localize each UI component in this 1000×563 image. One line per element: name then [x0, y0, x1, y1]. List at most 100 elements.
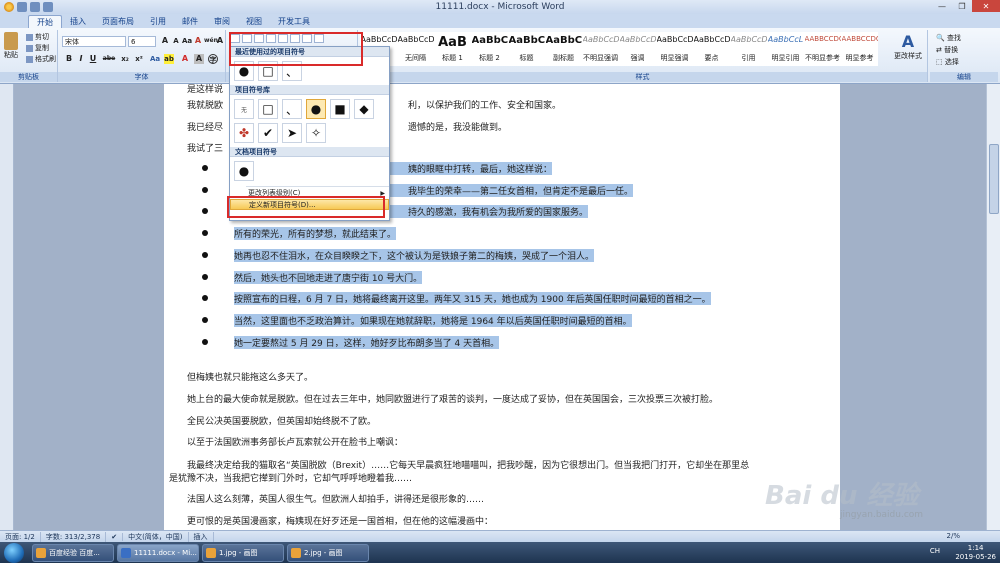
close-button[interactable]: ✕	[972, 0, 1000, 12]
tab-references[interactable]: 引用	[142, 15, 174, 28]
paint-icon	[206, 547, 216, 558]
style-name: 不明显强调	[583, 54, 618, 62]
page-count[interactable]: 页面: 1/2	[0, 531, 41, 542]
style-tile-4[interactable]: AaBbC 标题	[508, 32, 545, 66]
brush-icon	[26, 55, 33, 63]
bullet-none[interactable]: 无	[234, 99, 254, 119]
bullet-filled-square[interactable]: ■	[330, 99, 350, 119]
select-button[interactable]: ⬚ 选择	[936, 56, 961, 68]
language-indicator[interactable]: 中文(简体，中国)	[123, 531, 189, 542]
maximize-button[interactable]: ❐	[952, 0, 972, 12]
tab-review[interactable]: 审阅	[206, 15, 238, 28]
style-preview: AaBbCcDc	[693, 35, 730, 44]
style-name: 无间隔	[405, 54, 426, 62]
tab-view[interactable]: 视图	[238, 15, 270, 28]
find-button[interactable]: 🔍 查找	[936, 32, 961, 44]
start-button[interactable]	[4, 542, 24, 563]
style-preview: AaBbCcDc	[656, 35, 693, 44]
style-tile-12[interactable]: AABBCCDC 不明显参考	[804, 32, 841, 66]
subscript-button[interactable]: x₂	[120, 54, 130, 64]
style-name: 要点	[704, 54, 719, 62]
style-name: 强调	[630, 54, 645, 62]
style-tile-13[interactable]: AABBCCDC 明显参考	[841, 32, 878, 66]
scroll-thumb[interactable]	[989, 144, 999, 214]
style-tile-6[interactable]: AaBbCcDc 不明显强调	[582, 32, 619, 66]
bold-button[interactable]: B	[64, 54, 74, 64]
bullet-library-row-2: ✤ ✔ ➤ ✧	[230, 123, 389, 147]
bullet-square-outline[interactable]: □	[258, 99, 278, 119]
menu-separator	[246, 186, 389, 187]
bullet-arrow[interactable]: ➤	[282, 123, 302, 143]
text-effects-button[interactable]: Aa	[150, 54, 160, 64]
style-tile-3[interactable]: AaBbC 标题 2	[471, 32, 508, 66]
phonetic-guide-button[interactable]: wén	[204, 36, 218, 46]
strikethrough-button[interactable]: abe	[102, 54, 116, 64]
change-styles-button[interactable]: A 更改样式	[890, 32, 926, 61]
font-name-select[interactable]: 宋体	[62, 36, 126, 47]
tab-developer[interactable]: 开发工具	[270, 15, 318, 28]
word-count[interactable]: 字数: 313/2,378	[41, 531, 107, 542]
zoom-level[interactable]: 2/%	[947, 532, 960, 540]
highlight-button[interactable]: ab	[164, 54, 174, 64]
enclose-char-button[interactable]: 字	[208, 54, 218, 64]
style-tile-9[interactable]: AaBbCcDc 要点	[693, 32, 730, 66]
status-bar: 页面: 1/2 字数: 313/2,378 ✔ 中文(简体，中国) 插入 2/%	[0, 530, 1000, 542]
tray-language[interactable]: CH	[930, 547, 940, 555]
vertical-ruler	[0, 84, 14, 530]
tab-insert[interactable]: 插入	[62, 15, 94, 28]
taskbar-item-0[interactable]: 百度经验 百度...	[32, 543, 114, 562]
scissors-icon	[26, 33, 33, 41]
bullet-item-0: 姨的眼眶中打转，最后，她这样说：	[408, 162, 553, 175]
copy-button[interactable]: 复制	[26, 43, 49, 53]
taskbar-item-2[interactable]: 1.jpg - 画图	[202, 543, 284, 562]
change-case-button[interactable]: Aa	[182, 36, 192, 46]
minimize-button[interactable]: —	[932, 0, 952, 12]
char-border-button[interactable]: A	[215, 36, 225, 46]
doc-para-1: 她上台的最大使命就是脱欧。但在过去三年中，她同欧盟进行了艰苦的谈判，一度达成了妥…	[187, 395, 719, 405]
tab-page-layout[interactable]: 页面布局	[94, 15, 142, 28]
doc-para-5: 是犹豫不决，当我把它撵到门外时，它却气呼呼地瞪着我……	[169, 474, 413, 484]
style-tile-5[interactable]: AaBbC 副标题	[545, 32, 582, 66]
font-size-select[interactable]: 6	[128, 36, 156, 47]
style-tile-11[interactable]: AaBbCcL 明显引用	[767, 32, 804, 66]
superscript-button[interactable]: x²	[134, 54, 144, 64]
taskbar-item-1[interactable]: 11111.docx - Mi...	[117, 543, 199, 562]
shrink-font-button[interactable]: A	[171, 36, 181, 46]
replace-button[interactable]: ⇄ 替换	[936, 44, 961, 56]
doc-bullet-0[interactable]: ●	[234, 161, 254, 181]
cut-button[interactable]: 剪切	[26, 32, 49, 42]
tab-home[interactable]: 开始	[28, 15, 62, 28]
bullet-diamond[interactable]: ◆	[354, 99, 374, 119]
bullet-item-4: 她再也忍不住泪水，在众目睽睽之下，这个被认为是铁娘子第二的梅姨，哭成了一个泪人。	[234, 248, 595, 262]
baidu-logo-watermark: Bai du 经验	[765, 481, 919, 511]
tab-mailings[interactable]: 邮件	[174, 15, 206, 28]
underline-button[interactable]: U	[88, 54, 98, 64]
font-color-button[interactable]: A	[180, 54, 190, 64]
bullet-check[interactable]: ✔	[258, 123, 278, 143]
vertical-scrollbar[interactable]	[986, 84, 1000, 530]
bullet-comma[interactable]: 、	[282, 99, 302, 119]
style-tile-7[interactable]: AaBbCcDc 强调	[619, 32, 656, 66]
proofing-icon[interactable]: ✔	[106, 532, 124, 541]
style-tile-8[interactable]: AaBbCcDc 明显强调	[656, 32, 693, 66]
bullet-item-8: 她一定要熬过 5 月 29 日，这样，她好歹比布朗多当了 4 天首相。	[234, 335, 500, 349]
style-tile-10[interactable]: AaBbCcD 引用	[730, 32, 767, 66]
insert-mode[interactable]: 插入	[189, 531, 214, 542]
style-tile-2[interactable]: AaB 标题 1	[434, 32, 471, 66]
system-clock[interactable]: 1:14 2019-05-26	[955, 544, 996, 562]
style-tile-1[interactable]: AaBbCcD 无间隔	[397, 32, 434, 66]
taskbar-item-3[interactable]: 2.jpg - 画图	[287, 543, 369, 562]
grow-font-button[interactable]: A	[160, 36, 170, 46]
char-shading-button[interactable]: A	[194, 54, 204, 64]
paste-button[interactable]: 粘贴	[4, 32, 20, 60]
italic-button[interactable]: I	[76, 54, 86, 64]
doc-line-2: 我已经尽	[187, 123, 224, 133]
bullet-dot	[202, 186, 208, 193]
format-painter-button[interactable]: 格式刷	[26, 54, 56, 64]
bullet-flower[interactable]: ✤	[234, 123, 254, 143]
bullet-dot	[202, 251, 208, 258]
clear-format-button[interactable]: A	[193, 36, 203, 46]
bullet-filled-circle[interactable]: ●	[306, 99, 326, 119]
bullet-star[interactable]: ✧	[306, 123, 326, 143]
styles-gallery: AaBbCcD正文AaBbCcD无间隔AaB标题 1AaBbC标题 2AaBbC…	[360, 32, 878, 66]
